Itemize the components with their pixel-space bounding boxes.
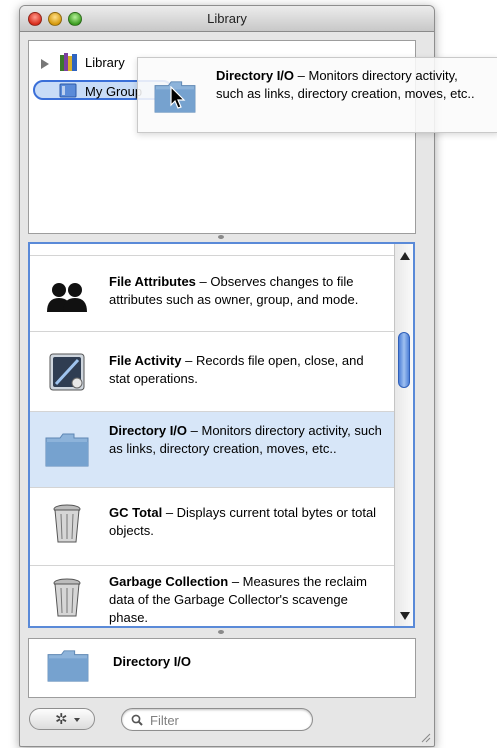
drag-preview-text: Directory I/O – Monitors directory activ… (216, 67, 488, 103)
source-item-library[interactable]: Library (85, 55, 125, 70)
group-folder-icon (59, 83, 77, 98)
folder-icon (45, 433, 89, 467)
item-name: GC Total (109, 505, 163, 520)
list-item[interactable]: File Activity – Records file open, close… (30, 332, 394, 412)
list-item[interactable]: GC Total – Displays current total bytes … (30, 488, 394, 566)
users-icon (47, 283, 87, 312)
trash-icon (53, 504, 81, 543)
list-item-text: File Activity – Records file open, close… (109, 352, 388, 388)
list-item-text: GC Total – Displays current total bytes … (109, 504, 388, 540)
action-menu-button[interactable]: ✲ (29, 708, 95, 730)
item-name: File Activity (109, 353, 182, 368)
vertical-scrollbar[interactable] (394, 244, 413, 626)
window-title: Library (207, 11, 247, 26)
trash-icon (53, 578, 81, 617)
scroll-down-arrow-icon[interactable] (400, 612, 410, 620)
chevron-down-icon (74, 718, 80, 722)
list-item[interactable]: File Attributes – Observes changes to fi… (30, 256, 394, 332)
list-item-text: Directory I/O – Monitors directory activ… (109, 422, 388, 458)
pointer-cursor-icon (170, 86, 186, 109)
filter-field[interactable] (121, 708, 313, 731)
folder-icon (47, 650, 89, 682)
search-icon (131, 714, 143, 726)
item-name: Garbage Collection (109, 574, 229, 589)
splitter-handle-icon[interactable] (218, 235, 224, 239)
instrument-list[interactable]: File Attributes – Observes changes to fi… (28, 242, 415, 628)
ghost-name: Directory I/O (216, 68, 295, 83)
splitter-handle-icon[interactable] (218, 630, 224, 634)
list-item[interactable]: Garbage Collection – Measures the reclai… (30, 566, 394, 626)
disclosure-triangle-icon[interactable] (41, 59, 49, 69)
list-item[interactable] (30, 244, 394, 256)
books-icon (60, 53, 77, 71)
title-bar[interactable]: Library (20, 6, 434, 32)
scroll-up-arrow-icon[interactable] (400, 252, 410, 260)
list-item-text: Garbage Collection – Measures the reclai… (109, 573, 388, 626)
list-item[interactable]: Directory I/O – Monitors directory activ… (30, 412, 394, 488)
source-item-label: My Group (85, 84, 143, 99)
drag-preview: Directory I/O – Monitors directory activ… (137, 57, 497, 133)
detail-title: Directory I/O (113, 654, 192, 669)
resize-grip-icon[interactable] (419, 731, 431, 743)
filter-input[interactable] (148, 711, 307, 730)
list-item-text: File Attributes – Observes changes to fi… (109, 273, 388, 309)
item-name: Directory I/O (109, 423, 188, 438)
disk-activity-icon (49, 353, 85, 391)
detail-pane: Directory I/O (28, 638, 416, 698)
scroll-thumb[interactable] (398, 332, 410, 388)
gear-icon: ✲ (55, 711, 68, 728)
item-name: File Attributes (109, 274, 196, 289)
